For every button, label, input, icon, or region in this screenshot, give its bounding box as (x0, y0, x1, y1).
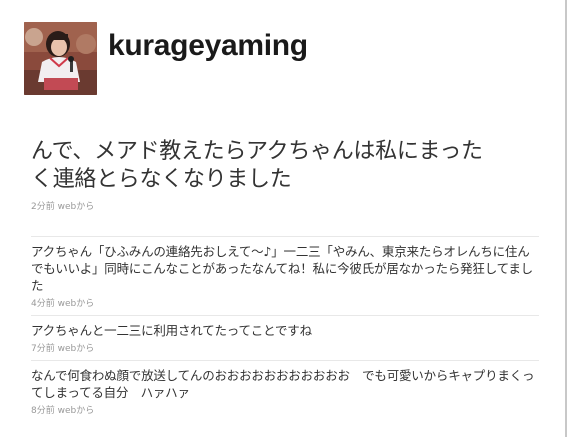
main-status-time[interactable]: 2分前 (31, 202, 55, 212)
status-time[interactable]: 7分前 (31, 344, 55, 354)
status-text: アクちゃんと一二三に利用されてたってことですね (31, 323, 312, 338)
status-list: アクちゃん「ひふみんの連絡先おしえて～♪」一二三「やみん、東京来たらオレんちに住… (31, 236, 539, 422)
status-time[interactable]: 4分前 (31, 299, 55, 309)
main-status-meta: 2分前 webから (31, 199, 501, 212)
page-frame: kurageyaming んで、メアド教えたらアクちゃんは私にまったく連絡とらな… (0, 0, 567, 437)
status-meta: 4分前 webから (31, 296, 539, 309)
status-source: webから (57, 406, 95, 416)
profile-photo-icon (24, 22, 97, 95)
status-meta: 7分前 webから (31, 341, 539, 354)
status-text: アクちゃん「ひふみんの連絡先おしえて～♪」一二三「やみん、東京来たらオレんちに住… (31, 244, 533, 293)
status-meta: 8分前 webから (31, 403, 539, 416)
main-status: んで、メアド教えたらアクちゃんは私にまったく連絡とらなくなりました 2分前 we… (31, 138, 501, 212)
list-item: アクちゃんと一二三に利用されてたってことですね 7分前 webから (31, 315, 539, 360)
list-item: なんで何食わぬ顔で放送してんのおおおおおおおおおおお でも可愛いからキャプりまく… (31, 360, 539, 422)
list-item: アクちゃん「ひふみんの連絡先おしえて～♪」一二三「やみん、東京来たらオレんちに住… (31, 236, 539, 315)
avatar[interactable] (24, 22, 97, 95)
main-status-text: んで、メアド教えたらアクちゃんは私にまったく連絡とらなくなりました (31, 139, 483, 192)
status-source: webから (57, 299, 95, 309)
status-time[interactable]: 8分前 (31, 406, 55, 416)
status-text: なんで何食わぬ顔で放送してんのおおおおおおおおおおお でも可愛いからキャプりまく… (31, 368, 535, 400)
status-source: webから (57, 344, 95, 354)
username[interactable]: kurageyaming (108, 29, 308, 63)
main-status-source: webから (57, 202, 95, 212)
